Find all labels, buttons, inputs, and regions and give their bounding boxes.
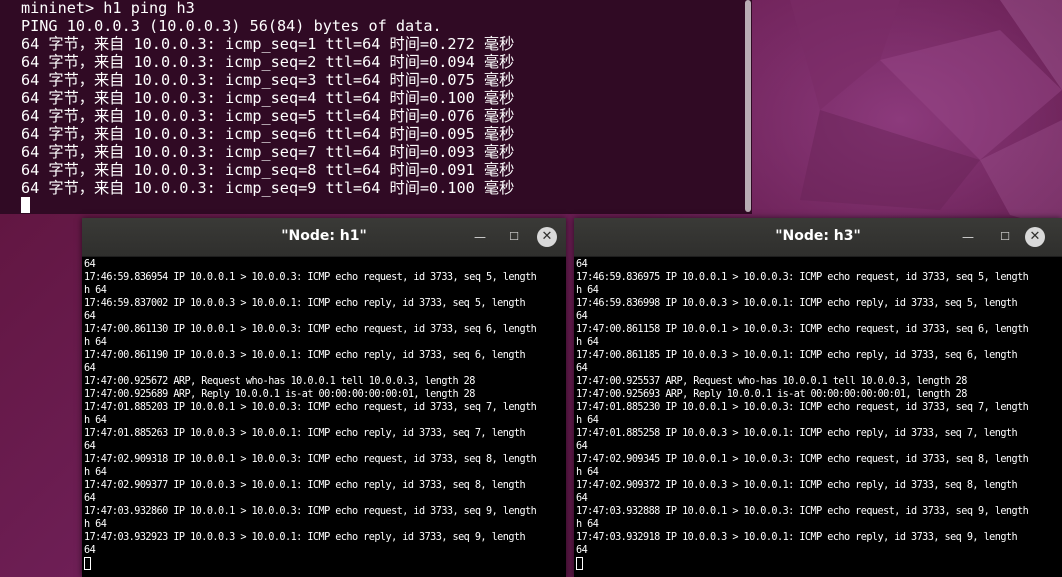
tcpdump-output-h1-line: 17:46:59.836954 IP 10.0.0.1 > 10.0.0.3: … xyxy=(84,272,537,283)
window-title-h3: "Node: h3" xyxy=(775,228,861,244)
tcpdump-output-h1-line: 17:46:59.837002 IP 10.0.0.3 > 10.0.0.1: … xyxy=(84,298,526,309)
tcpdump-output-h1-line: h 64 xyxy=(84,285,107,296)
tcpdump-output-h3-line: 17:46:59.836998 IP 10.0.0.3 > 10.0.0.1: … xyxy=(576,298,1018,309)
terminal-output: mininet> h1 ping h3 PING 10.0.0.3 (10.0.0… xyxy=(21,0,514,214)
tcpdump-output-h1-line: 17:47:02.909377 IP 10.0.0.3 > 10.0.0.1: … xyxy=(84,480,526,491)
tcpdump-output-h3-line: h 64 xyxy=(576,519,599,530)
tcpdump-output-h1-line: 17:47:03.932923 IP 10.0.0.3 > 10.0.0.1: … xyxy=(84,532,526,543)
close-icon: ✕ xyxy=(1025,227,1045,247)
tcpdump-output-h1-line: 17:47:00.861190 IP 10.0.0.3 > 10.0.0.1: … xyxy=(84,350,526,361)
terminal-output-cursor-line xyxy=(21,197,514,214)
tcpdump-output-h1-line: 17:47:03.932860 IP 10.0.0.1 > 10.0.0.3: … xyxy=(84,506,537,517)
terminal-scrollbar[interactable] xyxy=(745,0,751,212)
terminal-output-line: 64 字节，来自 10.0.0.3: icmp_seq=6 ttl=64 时间=… xyxy=(21,124,515,143)
terminal-output-line: 64 字节，来自 10.0.0.3: icmp_seq=2 ttl=64 时间=… xyxy=(21,52,515,71)
window-title-h1: "Node: h1" xyxy=(281,228,367,244)
tcpdump-output-h3-line: 17:47:00.925693 ARP, Reply 10.0.0.1 is-a… xyxy=(576,389,967,400)
terminal-output-line: 64 字节，来自 10.0.0.3: icmp_seq=7 ttl=64 时间=… xyxy=(21,142,515,161)
text-cursor xyxy=(21,197,30,214)
tcpdump-output-h1: 64 17:46:59.836954 IP 10.0.0.1 > 10.0.0.3… xyxy=(84,258,566,577)
titlebar-h1[interactable]: "Node: h1" — ☐ ✕ xyxy=(82,218,566,257)
tcpdump-output-h3-line: 64 xyxy=(576,545,588,556)
tcpdump-output-h3-line: 64 xyxy=(576,493,588,504)
tcpdump-output-h1-line: 64 xyxy=(84,311,96,322)
main-terminal-window[interactable]: mininet> h1 ping h3 PING 10.0.0.3 (10.0.0… xyxy=(0,0,752,214)
titlebar-h3[interactable]: "Node: h3" — ☐ ✕ xyxy=(574,218,1062,257)
tcpdump-output-h1-line: 64 xyxy=(84,441,96,452)
tcpdump-output-h3-line: h 64 xyxy=(576,415,599,426)
terminal-output-line: 64 字节，来自 10.0.0.3: icmp_seq=1 ttl=64 时间=… xyxy=(21,34,515,53)
tcpdump-output-h3-line: 17:47:02.909345 IP 10.0.0.1 > 10.0.0.3: … xyxy=(576,454,1029,465)
tcpdump-output-h3: 64 17:46:59.836975 IP 10.0.0.1 > 10.0.0.3… xyxy=(576,258,1062,577)
tcpdump-output-h3-line: 17:47:03.932888 IP 10.0.0.1 > 10.0.0.3: … xyxy=(576,506,1029,517)
close-button-h1[interactable]: ✕ xyxy=(537,227,557,247)
close-button-h3[interactable]: ✕ xyxy=(1025,227,1045,247)
tcpdump-output-h3-line: h 64 xyxy=(576,337,599,348)
tcpdump-output-h1-line: 64 xyxy=(84,493,96,504)
maximize-button-h3[interactable]: ☐ xyxy=(995,227,1015,247)
text-cursor xyxy=(576,557,583,570)
tcpdump-output-h3-line: 17:46:59.836975 IP 10.0.0.1 > 10.0.0.3: … xyxy=(576,272,1029,283)
terminal-output-line: 64 字节，来自 10.0.0.3: icmp_seq=3 ttl=64 时间=… xyxy=(21,70,515,89)
tcpdump-output-h1-line: h 64 xyxy=(84,519,107,530)
tcpdump-output-h3-line: 64 xyxy=(576,259,588,270)
tcpdump-output-h1-line: h 64 xyxy=(84,415,107,426)
terminal-output-line: 64 字节，来自 10.0.0.3: icmp_seq=5 ttl=64 时间=… xyxy=(21,106,515,125)
terminal-output-line: 64 字节，来自 10.0.0.3: icmp_seq=4 ttl=64 时间=… xyxy=(21,88,515,107)
tcpdump-output-h3-line: 17:47:00.925537 ARP, Request who-has 10.… xyxy=(576,376,967,387)
xterm-window-h3[interactable]: "Node: h3" — ☐ ✕ 64 17:46:59.836975 IP 10… xyxy=(574,218,1062,577)
tcpdump-output-h3-line: 17:47:01.885258 IP 10.0.0.3 > 10.0.0.1: … xyxy=(576,428,1018,439)
tcpdump-output-h3-line: 17:47:02.909372 IP 10.0.0.3 > 10.0.0.1: … xyxy=(576,480,1018,491)
tcpdump-output-h3-line: h 64 xyxy=(576,285,599,296)
tcpdump-output-h1-line: 17:47:01.885203 IP 10.0.0.1 > 10.0.0.3: … xyxy=(84,402,537,413)
tcpdump-output-h1-line: h 64 xyxy=(84,467,107,478)
tcpdump-output-h3-line: h 64 xyxy=(576,467,599,478)
tcpdump-output-h3-line: 17:47:00.861158 IP 10.0.0.1 > 10.0.0.3: … xyxy=(576,324,1029,335)
tcpdump-output-h1-line: h 64 xyxy=(84,337,107,348)
tcpdump-output-h3-line: 64 xyxy=(576,311,588,322)
close-icon: ✕ xyxy=(537,227,557,247)
tcpdump-output-h1-line: 17:47:00.925689 ARP, Reply 10.0.0.1 is-a… xyxy=(84,389,475,400)
tcpdump-output-h3-line: 17:47:00.861185 IP 10.0.0.3 > 10.0.0.1: … xyxy=(576,350,1018,361)
tcpdump-output-h3-line: 17:47:03.932918 IP 10.0.0.3 > 10.0.0.1: … xyxy=(576,532,1018,543)
tcpdump-output-h3-cursor-line xyxy=(576,557,1062,572)
tcpdump-output-h1-line: 64 xyxy=(84,259,96,270)
terminal-output-line: PING 10.0.0.3 (10.0.0.3) 56(84) bytes of… xyxy=(21,16,442,35)
minimize-button-h3[interactable]: — xyxy=(958,227,978,247)
tcpdump-output-h3-line: 64 xyxy=(576,363,588,374)
tcpdump-output-h1-line: 17:47:00.861130 IP 10.0.0.1 > 10.0.0.3: … xyxy=(84,324,537,335)
tcpdump-output-h3-line: 17:47:01.885230 IP 10.0.0.1 > 10.0.0.3: … xyxy=(576,402,1029,413)
text-cursor xyxy=(84,557,91,570)
tcpdump-output-h1-line: 64 xyxy=(84,545,96,556)
terminal-output-line: 64 字节，来自 10.0.0.3: icmp_seq=9 ttl=64 时间=… xyxy=(21,178,515,197)
tcpdump-output-h1-line: 17:47:00.925672 ARP, Request who-has 10.… xyxy=(84,376,475,387)
terminal-output-line: mininet> h1 ping h3 xyxy=(21,0,195,17)
minimize-button-h1[interactable]: — xyxy=(470,227,490,247)
tcpdump-output-h1-line: 17:47:02.909318 IP 10.0.0.1 > 10.0.0.3: … xyxy=(84,454,537,465)
tcpdump-output-h1-cursor-line xyxy=(84,557,566,572)
maximize-button-h1[interactable]: ☐ xyxy=(504,227,524,247)
terminal-output-line: 64 字节，来自 10.0.0.3: icmp_seq=8 ttl=64 时间=… xyxy=(21,160,515,179)
tcpdump-output-h1-line: 17:47:01.885263 IP 10.0.0.3 > 10.0.0.1: … xyxy=(84,428,526,439)
tcpdump-output-h3-line: 64 xyxy=(576,441,588,452)
xterm-window-h1[interactable]: "Node: h1" — ☐ ✕ 64 17:46:59.836954 IP 10… xyxy=(82,218,566,577)
tcpdump-output-h1-line: 64 xyxy=(84,363,96,374)
